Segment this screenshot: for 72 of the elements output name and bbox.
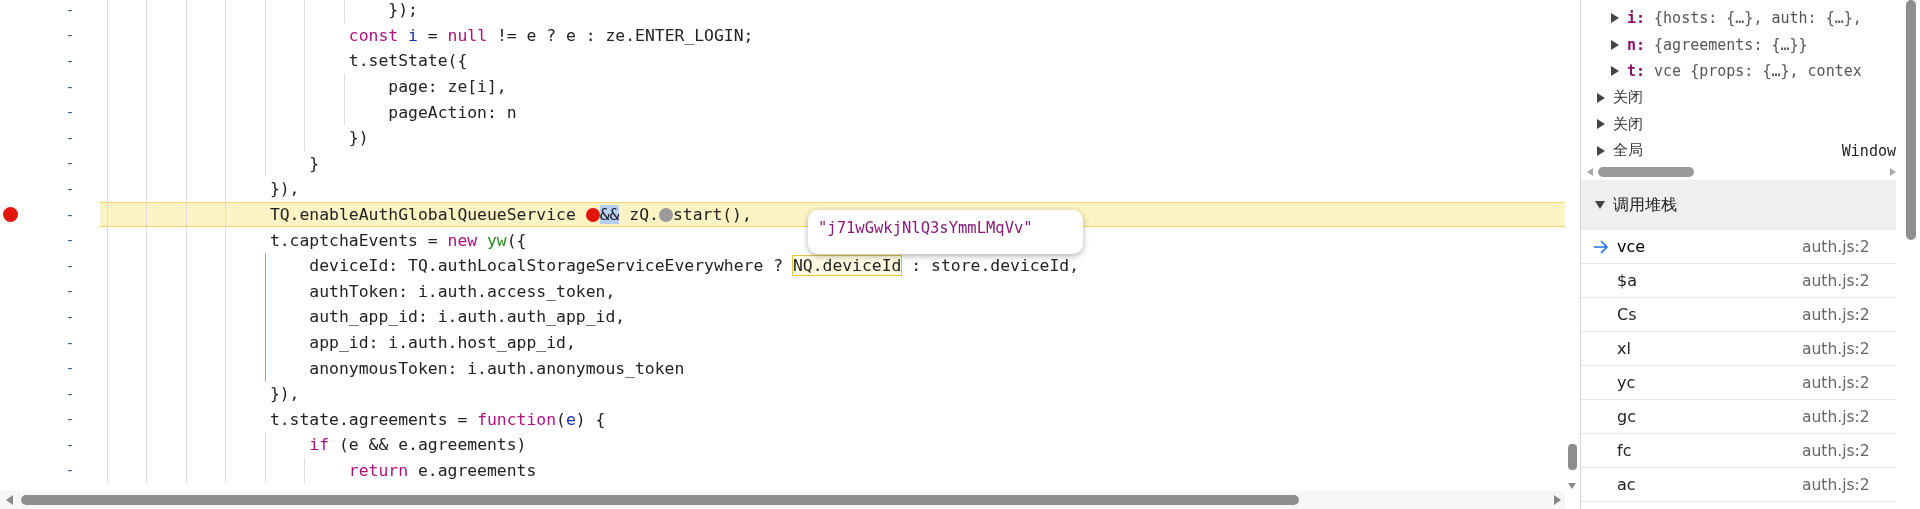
call-stack-frame[interactable]: yc auth.js:2 (1581, 366, 1896, 400)
call-stack-frame[interactable]: vce auth.js:2 (1581, 230, 1896, 264)
code-text: }), (268, 179, 300, 199)
value-tooltip: "j71wGwkjNlQ3sYmmLMqVv" (808, 210, 1083, 254)
line-number: - (65, 462, 75, 479)
line-number: - (65, 385, 75, 402)
scope-label[interactable]: 全局 (1613, 141, 1643, 161)
code-text: } (308, 153, 320, 173)
call-stack-frame[interactable]: xl auth.js:2 (1581, 332, 1896, 366)
line-number: - (65, 78, 75, 95)
code-text: t.state.agreements = function(e) { (268, 409, 606, 429)
variable-value: vce {props: {…}, contex (1654, 62, 1862, 81)
line-number: - (65, 257, 75, 274)
call-stack-frame[interactable]: $a auth.js:2 (1581, 264, 1896, 298)
code-text: app_id: i.auth.host_app_id, (308, 333, 576, 352)
call-stack-frame[interactable]: Cs auth.js:2 (1581, 298, 1896, 332)
code-text: && zQ. (599, 205, 659, 225)
line-number: - (65, 129, 75, 146)
line-number: - (65, 308, 75, 325)
expand-arrow-icon[interactable] (1597, 145, 1605, 156)
code-text: }); (387, 0, 418, 20)
variable-value: {hosts: {…}, auth: {…}, (1654, 9, 1862, 28)
expand-arrow-icon[interactable] (1611, 39, 1619, 50)
line-number: - (65, 360, 75, 377)
code-text: const i = null != e ? e : ze.ENTER_LOGIN; (347, 25, 754, 45)
vertical-scrollbar[interactable] (1906, 0, 1916, 240)
scope-label[interactable]: 关闭 (1613, 114, 1643, 134)
call-stack-frame[interactable]: gc auth.js:2 (1581, 400, 1896, 434)
code-text: page: ze[i], (387, 77, 507, 97)
line-number: - (65, 206, 75, 223)
scope-label[interactable]: 关闭 (1613, 88, 1643, 108)
variable-name: t: (1627, 62, 1646, 81)
line-number: - (65, 27, 75, 44)
code-text: t.captchaEvents = new yw({ (268, 230, 527, 250)
variable-name: i: (1627, 9, 1646, 28)
code-text: authToken: i.auth.access_token, (308, 281, 616, 301)
line-number: - (65, 436, 75, 453)
line-number: - (65, 411, 75, 428)
code-text: return e.agreements (347, 461, 537, 480)
code-text: deviceId: TQ.authLocalStorageServiceEverywhere ? NQ.deviceId : store.deviceId, (308, 256, 1080, 276)
scope-value: Window (1841, 141, 1896, 160)
code-text: auth_app_id: i.auth.auth_app_id, (308, 307, 626, 327)
call-stack-frame[interactable]: fc auth.js:2 (1581, 434, 1896, 468)
arrow-icon (1593, 239, 1609, 254)
section-header[interactable]: 调用堆栈 (1581, 180, 1896, 230)
call-stack-frame[interactable]: ac auth.js:2 (1581, 468, 1896, 502)
code-text: t.setState({ (347, 51, 468, 71)
line-number: - (65, 104, 75, 121)
horizontal-scrollbar[interactable] (0, 491, 1565, 509)
line-number: - (65, 155, 75, 172)
expand-arrow-icon[interactable] (1595, 201, 1605, 209)
line-number: - (65, 1, 75, 18)
variable-name: n: (1627, 35, 1646, 54)
line-number: - (65, 232, 75, 249)
line-number: - (65, 334, 75, 351)
code-text: anonymousToken: i.auth.anonymous_token (308, 358, 685, 378)
line-number: - (65, 180, 75, 197)
expand-arrow-icon[interactable] (1597, 92, 1605, 103)
code-text: }) (347, 128, 369, 148)
code-text: }), (268, 384, 300, 404)
inline-breakpoint-icon[interactable] (585, 207, 600, 222)
breakpoint-icon[interactable] (3, 207, 18, 223)
code-text: pageAction: n (387, 102, 517, 122)
code-text: if (e && e.agreements) (308, 435, 527, 455)
code-text: start(), (672, 205, 752, 225)
code-text: TQ.enableAuthGlobalQueueService (268, 205, 577, 225)
line-number: - (65, 53, 75, 69)
line-number: - (65, 283, 75, 300)
expand-arrow-icon[interactable] (1597, 119, 1605, 130)
expand-arrow-icon[interactable] (1611, 13, 1619, 24)
variable-value: {agreements: {…}} (1654, 35, 1808, 54)
expand-arrow-icon[interactable] (1611, 66, 1619, 77)
